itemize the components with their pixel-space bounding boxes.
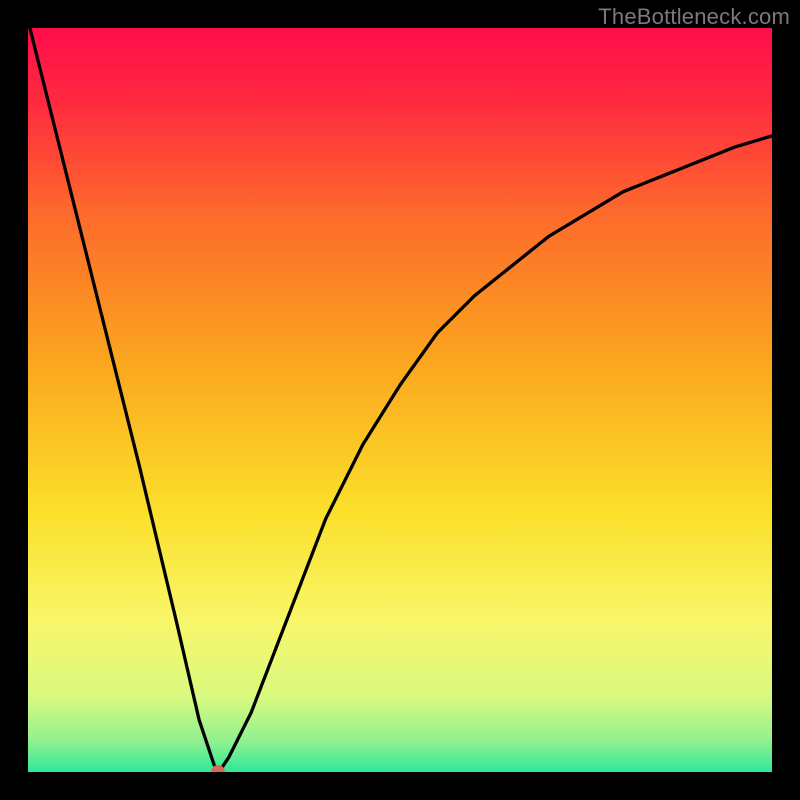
minimum-marker-dot <box>211 765 225 772</box>
chart-frame: TheBottleneck.com <box>0 0 800 800</box>
plot-area <box>28 28 772 772</box>
curve-line <box>28 28 772 772</box>
watermark-text: TheBottleneck.com <box>598 4 790 30</box>
